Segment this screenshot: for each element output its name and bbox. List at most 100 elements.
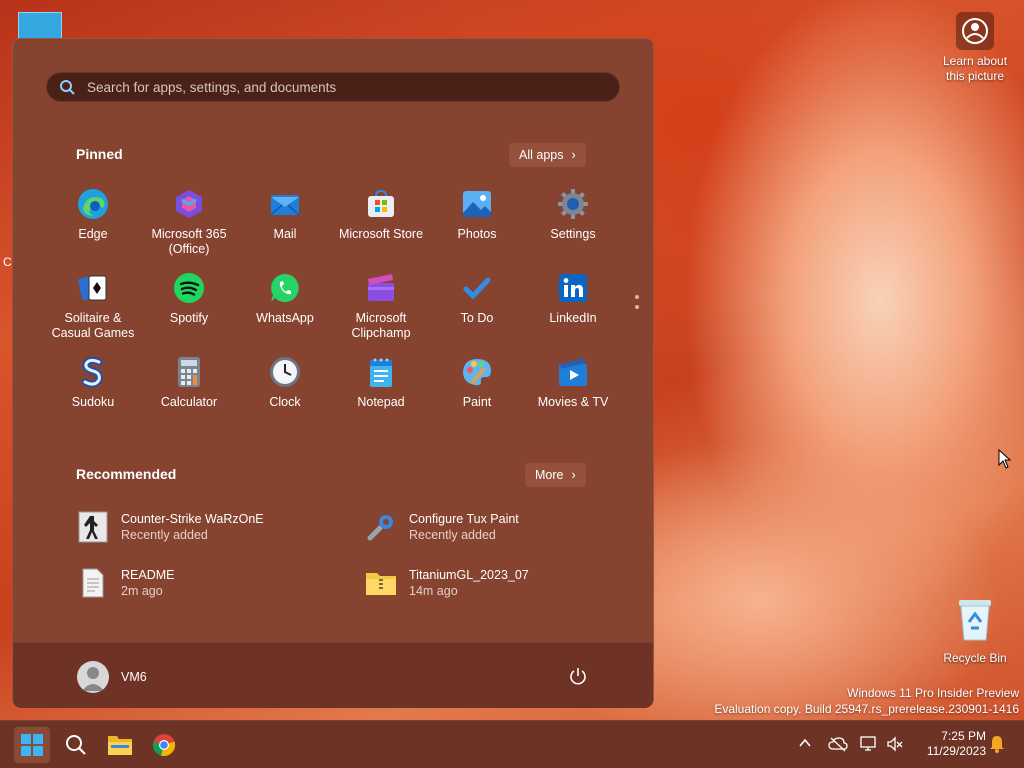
app-label: Solitaire & Casual Games (51, 311, 135, 340)
recycle-bin-label: Recycle Bin (943, 651, 1007, 665)
recommended-item[interactable]: Configure Tux Paint Recently added (365, 511, 519, 543)
edge-icon (76, 187, 110, 221)
recommended-subtitle: 2m ago (121, 584, 163, 598)
pinned-app-clipchamp[interactable]: Microsoft Clipchamp (333, 271, 429, 341)
pinned-app-movies-tv[interactable]: Movies & TV (525, 355, 621, 410)
pinned-app-mail[interactable]: Mail (237, 187, 333, 242)
recycle-bin-icon (959, 600, 991, 641)
all-apps-label: All apps (519, 148, 564, 162)
pinned-app-microsoft-365[interactable]: Microsoft 365 (Office) (141, 187, 237, 257)
pinned-title: Pinned (76, 146, 123, 162)
network-icon[interactable] (860, 735, 878, 753)
taskbar-clock[interactable]: 7:25 PM 11/29/2023 (910, 729, 986, 759)
clock-icon (268, 355, 302, 389)
pinned-app-paint[interactable]: Paint (429, 355, 525, 410)
recommended-item[interactable]: TitaniumGL_2023_07 14m ago (365, 567, 529, 599)
taskbar: 7:25 PM 11/29/2023 (0, 720, 1024, 768)
taskbar-chrome[interactable] (146, 727, 182, 763)
taskbar-file-explorer[interactable] (102, 727, 138, 763)
start-footer: VM6 (13, 642, 653, 708)
pinned-app-sudoku[interactable]: Sudoku (45, 355, 141, 410)
recommended-title-text: README (121, 568, 175, 582)
watermark-line-2: Evaluation copy. Build 25947.rs_prerelea… (714, 702, 1019, 716)
mouse-cursor-icon (998, 449, 1012, 469)
sudoku-icon (76, 355, 110, 389)
start-search-box[interactable] (46, 72, 620, 102)
search-input[interactable] (85, 78, 589, 96)
counter-strike-icon (77, 511, 109, 543)
app-label: Edge (78, 227, 108, 241)
search-icon (66, 735, 86, 755)
app-label: WhatsApp (256, 311, 314, 325)
clock-time: 7:25 PM (941, 729, 986, 743)
recommended-subtitle: Recently added (121, 528, 208, 542)
folder-icon (108, 736, 132, 755)
pinned-app-linkedin[interactable]: LinkedIn (525, 271, 621, 326)
pinned-app-settings[interactable]: Settings (525, 187, 621, 242)
volume-muted-icon[interactable] (886, 735, 904, 753)
pinned-app-notepad[interactable]: Notepad (333, 355, 429, 410)
app-label: Microsoft Store (338, 227, 424, 241)
pinned-app-calculator[interactable]: Calculator (141, 355, 237, 410)
pinned-app-todo[interactable]: To Do (429, 271, 525, 326)
pinned-app-solitaire[interactable]: Solitaire & Casual Games (45, 271, 141, 341)
chevron-up-icon[interactable] (799, 738, 811, 748)
app-label: Calculator (160, 395, 218, 409)
recommended-title-text: Configure Tux Paint (409, 512, 519, 526)
app-label: Spotify (169, 311, 209, 325)
document-icon (77, 567, 109, 599)
app-label: LinkedIn (549, 311, 597, 325)
pinned-app-photos[interactable]: Photos (429, 187, 525, 242)
spotify-icon (172, 271, 206, 305)
zip-folder-icon (365, 567, 397, 599)
linkedin-icon (556, 271, 590, 305)
power-icon (570, 668, 586, 685)
mail-icon (268, 187, 302, 221)
chevron-right-icon: › (571, 148, 576, 162)
store-icon (364, 187, 398, 221)
watermark-line-1: Windows 11 Pro Insider Preview (847, 686, 1019, 700)
pinned-app-clock[interactable]: Clock (237, 355, 333, 410)
start-button[interactable] (14, 727, 50, 763)
more-button[interactable]: More › (525, 463, 586, 487)
pinned-app-edge[interactable]: Edge (45, 187, 141, 242)
app-label: Paint (462, 395, 492, 409)
page-indicator-dots[interactable] (635, 295, 639, 315)
recommended-subtitle: 14m ago (409, 584, 458, 598)
recommended-item[interactable]: Counter-Strike WaRzOnE Recently added (77, 511, 264, 543)
todo-check-icon (460, 271, 494, 305)
gear-icon (556, 187, 590, 221)
microsoft-365-icon (172, 187, 206, 221)
user-name[interactable]: VM6 (121, 670, 147, 684)
recommended-title-text: TitaniumGL_2023_07 (409, 568, 529, 582)
wrench-icon (365, 511, 397, 543)
pinned-app-spotify[interactable]: Spotify (141, 271, 237, 326)
recommended-title: Recommended (76, 466, 177, 482)
solitaire-icon (76, 271, 110, 305)
recommended-title-text: Counter-Strike WaRzOnE (121, 512, 264, 526)
power-button[interactable] (569, 667, 587, 690)
clipchamp-icon (364, 271, 398, 305)
all-apps-button[interactable]: All apps › (509, 143, 586, 167)
pinned-app-microsoft-store[interactable]: Microsoft Store (333, 187, 429, 242)
chrome-icon (152, 734, 176, 757)
app-label: Microsoft Clipchamp (351, 311, 411, 340)
recycle-bin[interactable]: Recycle Bin (936, 598, 1014, 665)
cloud-offline-icon[interactable] (828, 736, 848, 752)
taskbar-search-button[interactable] (58, 727, 94, 763)
app-label: Settings (550, 227, 596, 241)
recommended-item[interactable]: README 2m ago (77, 567, 174, 599)
desktop-partial-label: C (3, 255, 12, 269)
notification-bell-icon[interactable] (989, 735, 1005, 753)
app-label: Notepad (357, 395, 405, 409)
whatsapp-icon (268, 271, 302, 305)
calculator-icon (172, 355, 206, 389)
chevron-right-icon: › (571, 468, 576, 482)
paint-icon (460, 355, 494, 389)
pinned-app-whatsapp[interactable]: WhatsApp (237, 271, 333, 326)
learn-label: Learn about this picture (942, 54, 1008, 83)
camera-icon (956, 12, 994, 50)
user-avatar-icon[interactable] (77, 661, 109, 693)
recommended-subtitle: Recently added (409, 528, 496, 542)
learn-about-picture[interactable]: Learn about this picture (934, 12, 1016, 84)
